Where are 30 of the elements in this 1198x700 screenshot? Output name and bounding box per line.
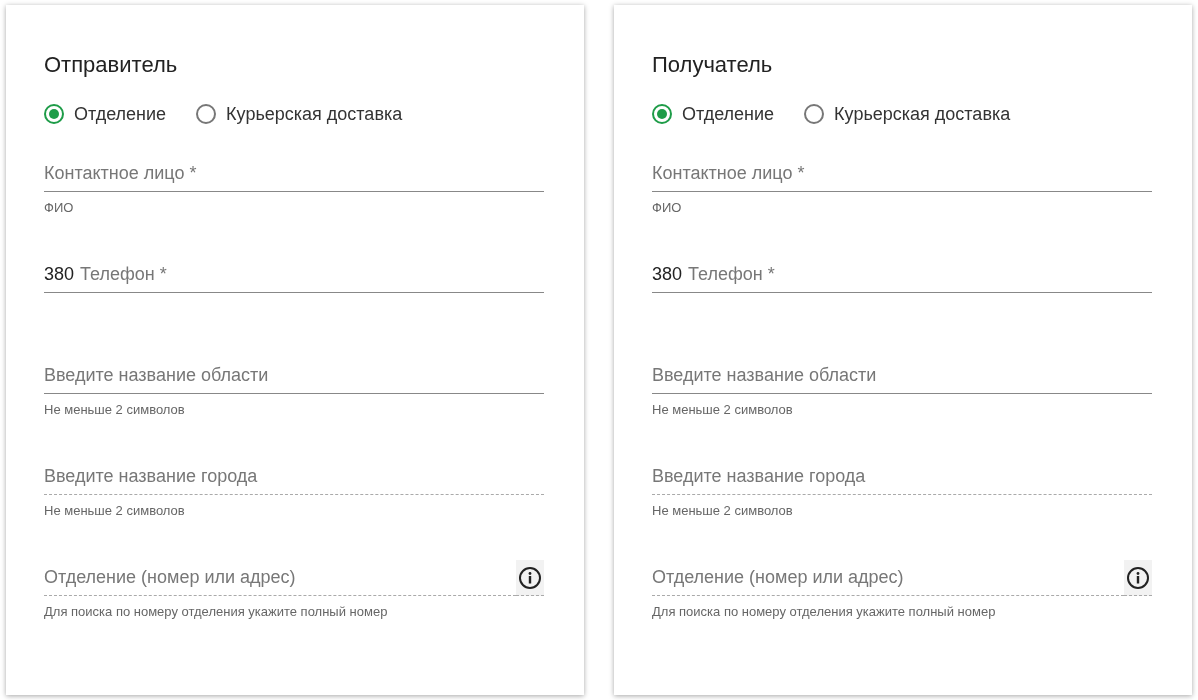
card-title: Отправитель	[44, 52, 178, 78]
radio-icon[interactable]	[804, 104, 825, 124]
input-field[interactable]: Введите название области	[652, 358, 1152, 394]
input-field[interactable]: Контактное лицо *	[652, 156, 1152, 192]
radio-option[interactable]: Отделение	[44, 102, 167, 126]
field-hint: ФИО	[44, 200, 74, 215]
field-hint: Не меньше 2 символов	[44, 503, 185, 518]
radio-label: Отделение	[682, 103, 775, 125]
input-field[interactable]: Телефон *	[688, 257, 1152, 293]
radio-icon[interactable]	[652, 104, 672, 124]
phone-prefix: 380	[44, 257, 81, 293]
radio-option[interactable]: Отделение	[652, 102, 775, 126]
card-title: Получатель	[652, 52, 773, 78]
input-field[interactable]: Контактное лицо *	[44, 156, 544, 192]
field-hint: Не меньше 2 символов	[44, 402, 185, 417]
radio-label: Отделение	[74, 103, 167, 125]
field-hint: ФИО	[652, 200, 682, 215]
field-hint: Для поиска по номеру отделения укажите полный номер	[44, 604, 388, 619]
field-hint: Не меньше 2 символов	[652, 402, 793, 417]
field-hint: Не меньше 2 символов	[652, 503, 793, 518]
input-field[interactable]: Введите название области	[44, 358, 544, 394]
radio-option[interactable]: Курьерская доставка	[196, 102, 403, 126]
input-field[interactable]: Телефон *	[80, 257, 544, 293]
field-hint: Для поиска по номеру отделения укажите полный номер	[652, 604, 996, 619]
radio-label: Курьерская доставка	[834, 103, 1011, 125]
radio-label: Курьерская доставка	[226, 103, 403, 125]
radio-icon[interactable]	[44, 104, 64, 124]
radio-icon[interactable]	[196, 104, 217, 124]
phone-prefix: 380	[652, 257, 689, 293]
radio-option[interactable]: Курьерская доставка	[804, 102, 1011, 126]
